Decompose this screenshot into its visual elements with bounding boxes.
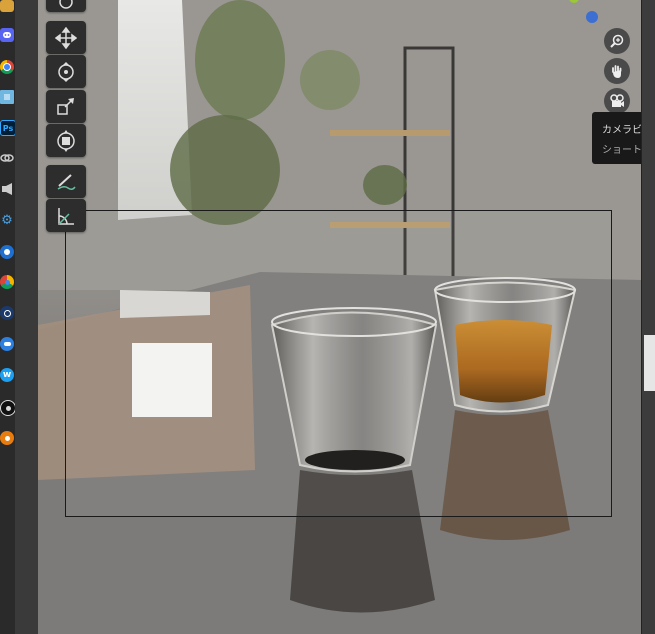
folder-icon[interactable] — [0, 0, 14, 12]
panel-divider — [15, 0, 39, 634]
rotate-tool-button[interactable] — [46, 55, 86, 88]
transform-icon — [57, 129, 75, 152]
hand-pan-icon — [612, 65, 622, 78]
camera-view-button[interactable] — [604, 88, 630, 114]
move-tool-button[interactable] — [46, 21, 86, 54]
cursor-icon — [59, 0, 73, 9]
properties-panel-edge[interactable] — [641, 0, 655, 634]
pan-button[interactable] — [604, 58, 630, 84]
camera-frame-overlay — [65, 210, 612, 517]
steam-icon[interactable] — [0, 306, 14, 320]
scale-tool-button[interactable] — [46, 90, 86, 123]
ruler-icon — [58, 207, 74, 225]
chrome-icon[interactable] — [0, 60, 14, 74]
camera-view-icon — [610, 94, 624, 107]
blender-icon[interactable] — [0, 431, 14, 445]
gizmo-z-axis[interactable] — [586, 11, 598, 23]
cursor-tool-button[interactable] — [46, 0, 86, 12]
os-taskbar: Ps ⚙ w — [0, 0, 16, 634]
media-icon[interactable] — [0, 182, 14, 196]
zoom-icon — [610, 34, 624, 48]
discord-icon[interactable] — [0, 28, 14, 42]
photoshop-icon[interactable]: Ps — [0, 120, 16, 136]
3d-viewport[interactable] — [38, 0, 641, 634]
obs-icon[interactable] — [0, 400, 16, 416]
settings-gear-icon[interactable]: ⚙ — [0, 213, 14, 227]
measure-tool-button[interactable] — [46, 199, 86, 232]
panel-tab[interactable] — [644, 335, 655, 391]
zoom-button[interactable] — [604, 28, 630, 54]
blue-circle-icon[interactable] — [0, 337, 14, 351]
annotate-tool-button[interactable] — [46, 165, 86, 198]
pencil-icon — [57, 173, 76, 190]
move-arrows-icon — [55, 26, 77, 49]
rotate-icon — [58, 61, 74, 82]
link-icon[interactable] — [0, 151, 14, 165]
blue-app-icon[interactable] — [0, 245, 14, 259]
chrome-alt-icon[interactable] — [0, 275, 14, 289]
transform-tool-button[interactable] — [46, 124, 86, 157]
w-app-icon[interactable]: w — [0, 368, 14, 382]
notepad-icon[interactable] — [0, 90, 14, 104]
scale-icon — [57, 97, 74, 115]
